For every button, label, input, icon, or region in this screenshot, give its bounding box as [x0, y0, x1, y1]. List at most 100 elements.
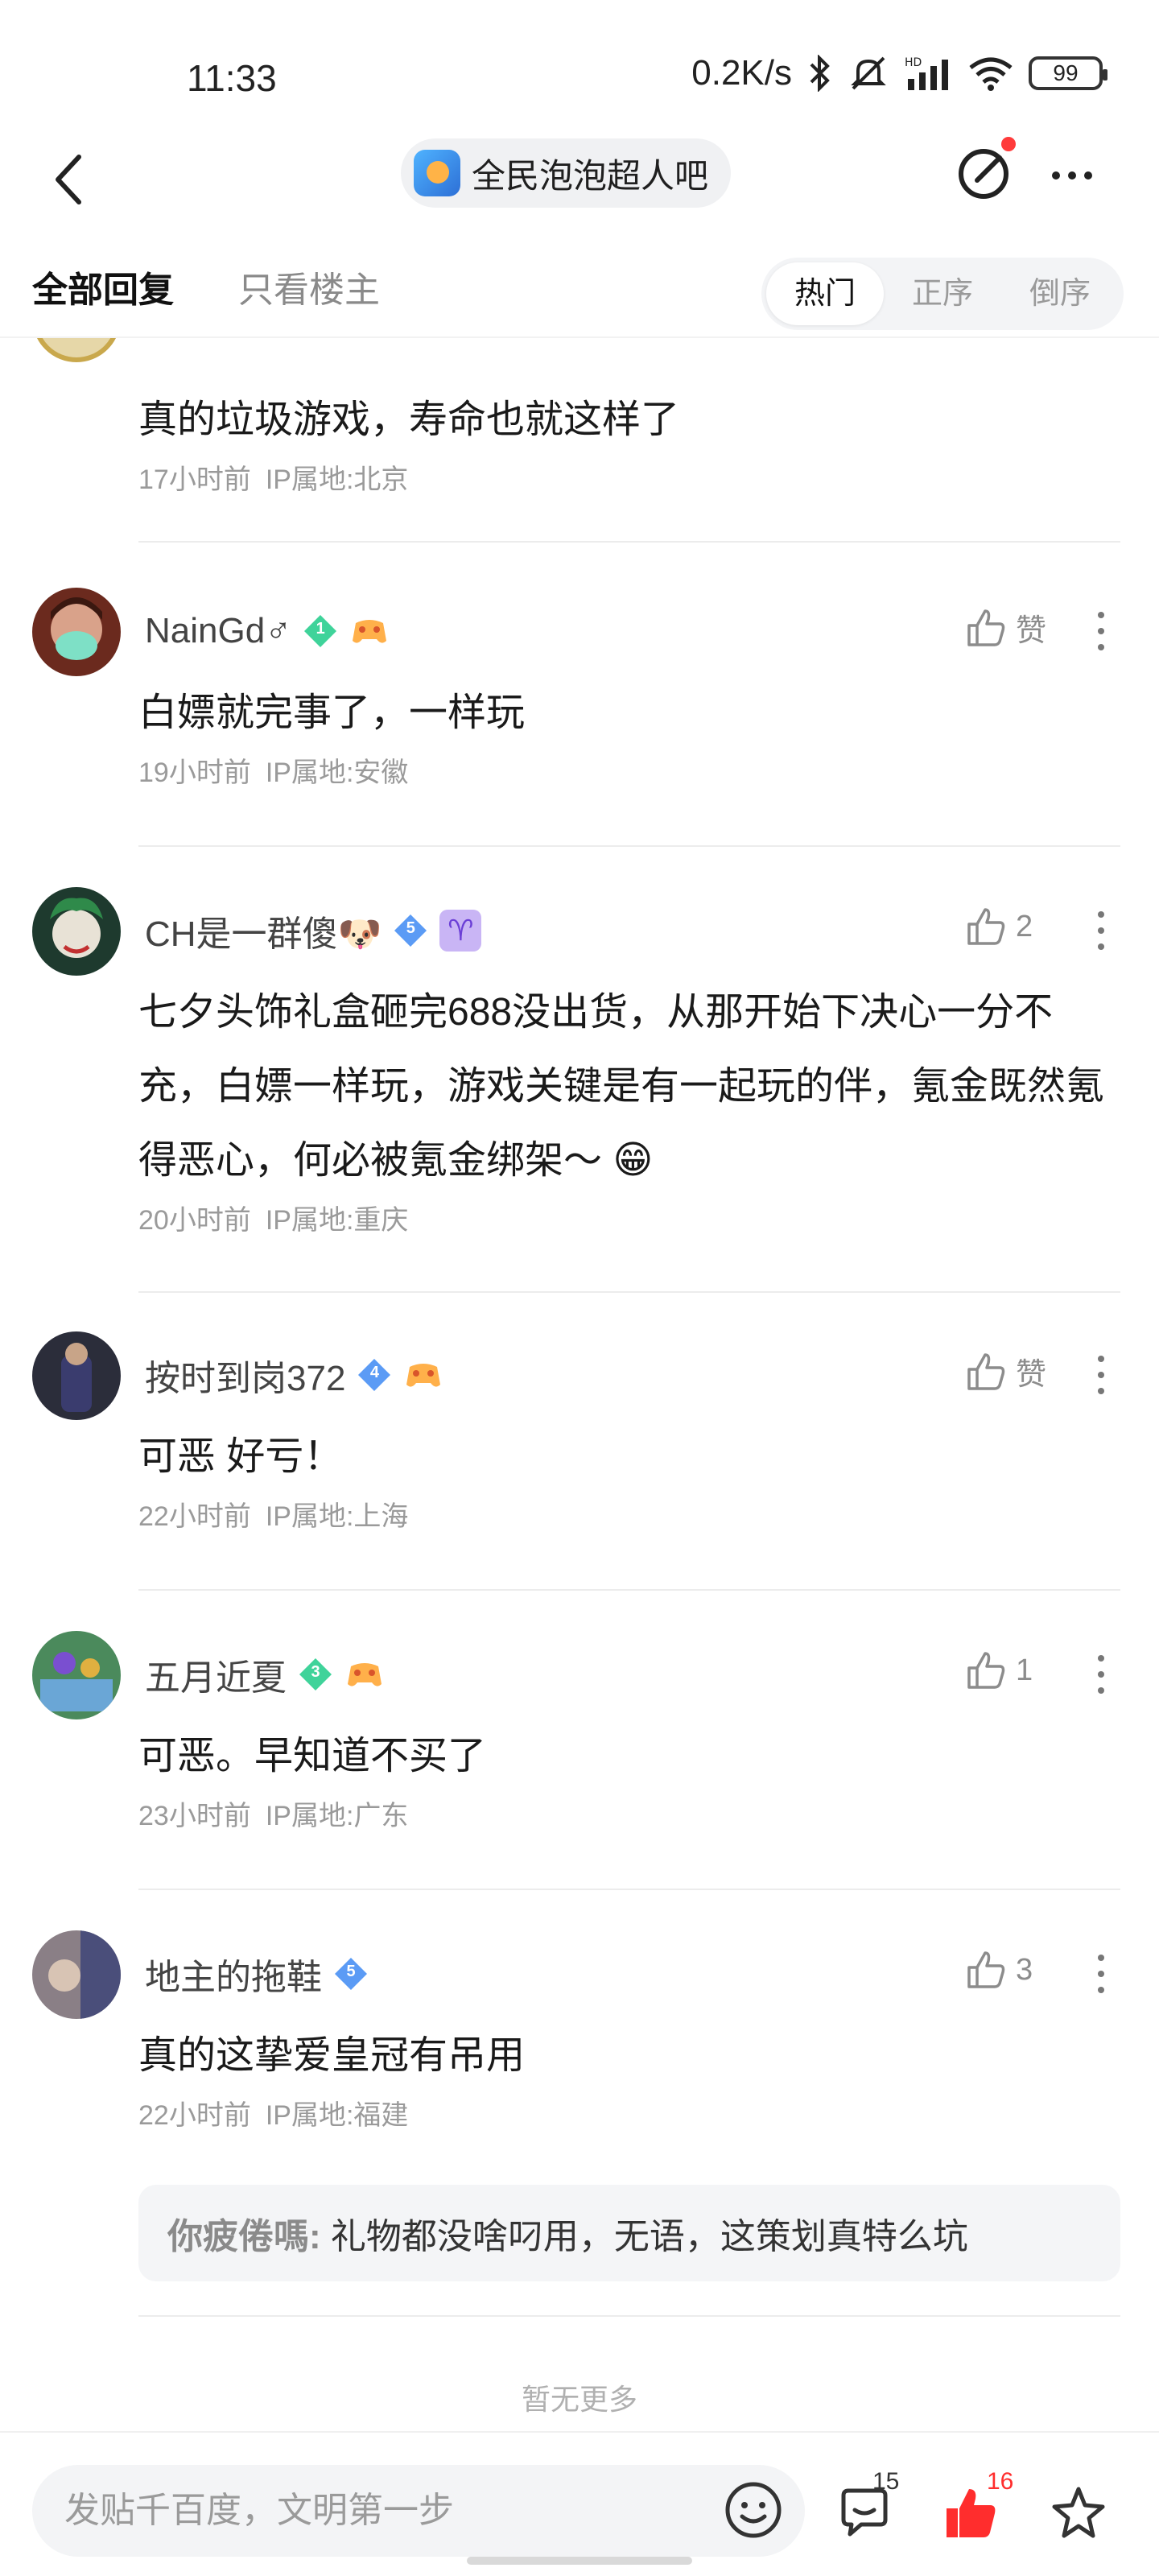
comment-more-button[interactable]	[1085, 1950, 1117, 1998]
more-button[interactable]	[1040, 151, 1104, 200]
comment-text: 七夕头饰礼盒砸完688没出货，从那开始下决心一分不充，白嫖一样玩，游戏关键是有一…	[138, 991, 1105, 1182]
avatar[interactable]	[32, 1930, 121, 2019]
divider	[138, 1889, 1120, 1890]
forum-avatar	[414, 150, 460, 196]
comment-ip: IP属地:重庆	[265, 1205, 409, 1236]
comment-more-button[interactable]	[1085, 906, 1117, 955]
comment-time: 19小时前	[138, 758, 251, 788]
tab-host-only[interactable]: 只看楼主	[238, 261, 380, 312]
forum-name: 全民泡泡超人吧	[472, 156, 709, 195]
comment-body: 可恶 好亏！ 22小时前 IP属地:上海	[138, 1420, 1127, 1534]
like-count: 16	[987, 2468, 1014, 2495]
comment-feed: 真的垃圾游戏，寿命也就这样了 17小时前 IP属地:北京 NainGd♂ 1 赞 …	[0, 338, 1159, 2431]
notification-dot	[1001, 137, 1016, 151]
status-icons: 0.2K/s HD 99	[691, 53, 1107, 93]
comment-meta: 22小时前 IP属地:上海	[138, 1494, 1127, 1534]
divider	[138, 541, 1120, 543]
back-button[interactable]	[37, 143, 101, 216]
username[interactable]: NainGd♂	[145, 611, 291, 651]
avatar[interactable]	[32, 887, 121, 976]
comment-ip: IP属地:上海	[265, 1501, 409, 1532]
level-badge: 3	[298, 1657, 333, 1692]
comment-meta: 23小时前 IP属地:广东	[138, 1794, 1127, 1833]
comment-more-button[interactable]	[1085, 607, 1117, 655]
comment-item: 真的垃圾游戏，寿命也就这样了 17小时前 IP属地:北京	[0, 338, 1159, 547]
divider	[138, 845, 1120, 847]
username[interactable]: CH是一群傻🐶	[145, 905, 382, 956]
comment-time: 23小时前	[138, 1801, 251, 1831]
comment-header: NainGd♂ 1	[145, 607, 390, 655]
comment-meta: 19小时前 IP属地:安徽	[138, 750, 1127, 790]
home-indicator	[467, 2557, 692, 2565]
avatar[interactable]	[32, 338, 121, 362]
bluetooth-icon	[810, 55, 830, 92]
svg-text:HD: HD	[905, 56, 922, 69]
avatar[interactable]	[32, 588, 121, 676]
net-speed: 0.2K/s	[691, 53, 792, 93]
avatar[interactable]	[32, 1631, 121, 1719]
comment-text: 真的垃圾游戏，寿命也就这样了	[138, 398, 680, 441]
comment-header: 地主的拖鞋 5	[145, 1950, 369, 1998]
like-button[interactable]: 3	[964, 1948, 1033, 1992]
like-button[interactable]: 赞	[964, 1349, 1046, 1393]
comment-ip: IP属地:北京	[265, 464, 409, 495]
like-button[interactable]: 1	[964, 1649, 1033, 1692]
sort-descending[interactable]: 倒序	[1001, 262, 1119, 325]
level-badge: 5	[333, 1956, 369, 1992]
comment-ip: IP属地:广东	[265, 1801, 409, 1831]
thumbs-up-icon	[967, 609, 1005, 646]
status-time: 11:33	[187, 57, 277, 99]
reply-input[interactable]: 发贴千百度，文明第一步	[32, 2465, 805, 2557]
battery-indicator: 99	[1029, 56, 1107, 90]
comment-meta: 17小时前 IP属地:北京	[138, 457, 1127, 497]
comment-item: CH是一群傻🐶 5 ♈ 2 七夕头饰礼盒砸完688没出货，从那开始下决心一分不充…	[0, 887, 1159, 1322]
comment-body: 可恶。早知道不买了 23小时前 IP属地:广东	[138, 1719, 1127, 1833]
divider	[138, 2315, 1120, 2317]
star-icon[interactable]	[1048, 2483, 1109, 2544]
sort-hot[interactable]: 热门	[766, 262, 884, 325]
comment-time: 20小时前	[138, 1205, 251, 1236]
comment-meta: 22小时前 IP属地:福建	[138, 2093, 1127, 2132]
thumbs-up-icon	[967, 908, 1005, 945]
forum-link[interactable]: 全民泡泡超人吧	[401, 138, 732, 208]
gamepad-icon	[353, 620, 387, 643]
bottom-action-bar: 发贴千百度，文明第一步 15 16	[0, 2431, 1159, 2576]
like-button[interactable]: 2	[964, 905, 1033, 948]
comment-item: 按时到岗372 4 赞 可恶 好亏！ 22小时前 IP属地:上海	[0, 1331, 1159, 1621]
comment-body: 七夕头饰礼盒砸完688没出货，从那开始下决心一分不充，白嫖一样玩，游戏关键是有一…	[138, 976, 1127, 1237]
signal-icon: HD	[905, 56, 948, 90]
chevron-left-icon	[56, 155, 81, 204]
sort-ascending[interactable]: 正序	[884, 262, 1001, 325]
reply-tabs: 全部回复 只看楼主 热门 正序 倒序	[0, 242, 1159, 338]
like-button[interactable]: 赞	[964, 605, 1046, 650]
comment-body: 真的垃圾游戏，寿命也就这样了 17小时前 IP属地:北京	[138, 383, 1127, 497]
comment-item: 地主的拖鞋 5 3 真的这挚爱皇冠有吊用 22小时前 IP属地:福建 你疲倦嗎: …	[0, 1930, 1159, 2333]
username[interactable]: 五月近夏	[145, 1649, 287, 1700]
like-label: 赞	[1016, 1358, 1047, 1392]
reply-author[interactable]: 你疲倦嗎:	[167, 2217, 321, 2256]
thumbs-up-icon	[967, 1352, 1005, 1390]
comment-time: 22小时前	[138, 1501, 251, 1532]
comment-time: 17小时前	[138, 464, 251, 495]
wifi-icon	[969, 57, 1013, 91]
sub-reply[interactable]: 你疲倦嗎: 礼物都没啥叼用，无语，这策划真特么坑	[138, 2185, 1120, 2281]
username[interactable]: 地主的拖鞋	[145, 1948, 322, 2000]
avatar[interactable]	[32, 1331, 121, 1420]
username[interactable]: 按时到岗372	[145, 1349, 345, 1401]
comment-header: CH是一群傻🐶 5 ♈	[145, 905, 482, 956]
gamepad-icon	[348, 1663, 382, 1686]
sort-toggle: 热门 正序 倒序	[761, 258, 1124, 330]
like-count: 1	[1016, 1653, 1033, 1687]
like-count: 3	[1016, 1952, 1033, 1987]
comment-text: 白嫖就完事了，一样玩	[138, 691, 526, 734]
gamepad-icon	[406, 1364, 441, 1387]
emoji-icon[interactable]	[723, 2479, 784, 2541]
comment-more-button[interactable]	[1085, 1351, 1117, 1399]
tab-all-replies[interactable]: 全部回复	[32, 261, 174, 312]
level-badge: 1	[303, 613, 338, 649]
thumbs-up-icon	[967, 1951, 1005, 1988]
comment-more-button[interactable]	[1085, 1650, 1117, 1699]
no-more-label: 暂无更多	[521, 2383, 637, 2416]
comment-item: NainGd♂ 1 赞 白嫖就完事了，一样玩 19小时前 IP属地:安徽	[0, 588, 1159, 877]
level-badge: 5	[393, 913, 428, 948]
